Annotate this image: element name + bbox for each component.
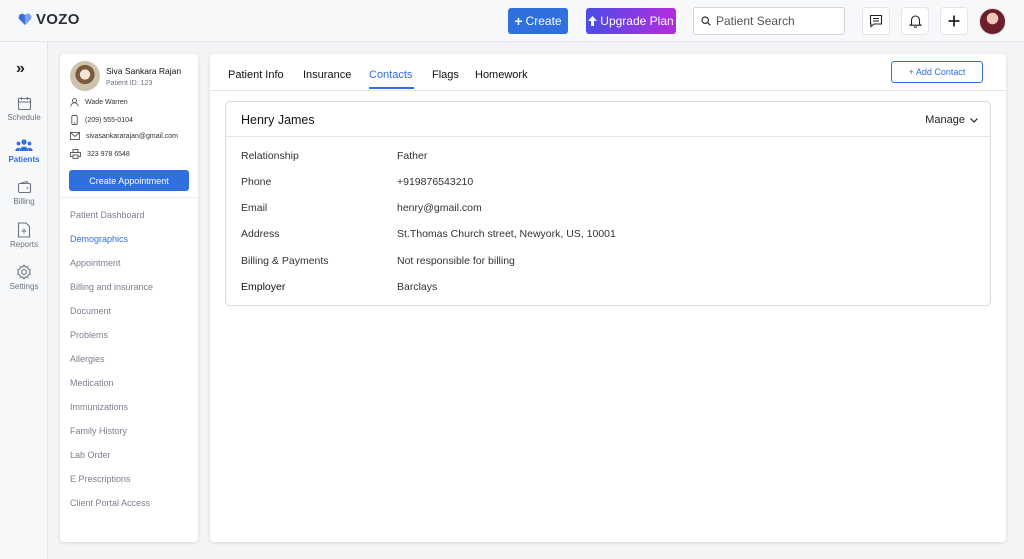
chevron-down-icon: [970, 117, 978, 123]
patient-search-input[interactable]: [716, 14, 836, 28]
left-nav: » Schedule Patients Billing Reports Sett…: [0, 42, 48, 559]
plus-icon: [948, 15, 960, 27]
vozo-logo[interactable]: VOZO: [18, 11, 80, 28]
manage-label: Manage: [925, 114, 965, 126]
wallet-icon: [17, 180, 31, 194]
field-value-phone: +919876543210: [397, 176, 474, 188]
tabs-divider: [210, 90, 1006, 91]
create-button[interactable]: + Create: [508, 8, 568, 34]
bell-icon: [908, 15, 922, 28]
menu-family-history[interactable]: Family History: [70, 426, 127, 436]
patient-id: Patient ID: 123: [106, 80, 153, 87]
nav-patients[interactable]: Patients: [0, 138, 48, 164]
patient-fax-text: 323 978 6548: [87, 150, 130, 158]
brand-name: VOZO: [36, 11, 80, 28]
menu-document[interactable]: Document: [70, 306, 111, 316]
active-tab-indicator: [369, 87, 414, 89]
nav-reports-label: Reports: [9, 240, 38, 249]
menu-problems[interactable]: Problems: [70, 330, 108, 340]
patient-fax: 323 978 6548: [70, 149, 130, 159]
field-label-billing: Billing & Payments: [241, 255, 329, 267]
arrow-up-icon: [588, 16, 598, 26]
calendar-icon: [17, 97, 31, 111]
patient-name: Siva Sankara Rajan: [106, 66, 182, 76]
menu-medication[interactable]: Medication: [70, 378, 114, 388]
tab-patient-info[interactable]: Patient Info: [228, 69, 284, 81]
tab-homework[interactable]: Homework: [475, 69, 528, 81]
patient-email-text: sivasankararajan@gmail.com: [86, 132, 178, 140]
patient-avatar: [70, 61, 100, 91]
field-label-address: Address: [241, 228, 280, 240]
field-value-relationship: Father: [397, 150, 428, 162]
field-label-employer: Employer: [241, 281, 286, 293]
field-label-email: Email: [241, 202, 268, 214]
messages-button[interactable]: [862, 7, 890, 35]
expand-chevrons-icon[interactable]: »: [16, 60, 25, 78]
printer-icon: [70, 149, 81, 159]
notifications-button[interactable]: [901, 7, 929, 35]
heart-logo-icon: [18, 13, 32, 25]
users-icon: [15, 139, 33, 151]
menu-allergies[interactable]: Allergies: [70, 354, 105, 364]
contact-name: Henry James: [241, 113, 315, 127]
field-label-phone: Phone: [241, 176, 272, 188]
add-contact-button[interactable]: + Add Contact: [891, 61, 983, 83]
nav-patients-label: Patients: [8, 155, 40, 164]
field-label-relationship: Relationship: [241, 150, 299, 162]
menu-billing-insurance[interactable]: Billing and insurance: [70, 282, 153, 292]
main-content: Patient Info Insurance Contacts Flags Ho…: [210, 54, 1006, 542]
menu-client-portal-access[interactable]: Client Portal Access: [70, 498, 150, 508]
add-button[interactable]: [940, 7, 968, 35]
contact-person-text: Wade Warren: [85, 99, 128, 106]
patient-email: sivasankararajan@gmail.com: [70, 132, 178, 140]
card-divider: [226, 136, 990, 137]
menu-lab-order[interactable]: Lab Order: [70, 450, 111, 460]
field-value-email: henry@gmail.com: [397, 202, 482, 214]
message-icon: [869, 14, 883, 28]
patient-search[interactable]: [693, 7, 845, 35]
report-icon: [17, 222, 31, 238]
nav-billing-label: Billing: [13, 197, 35, 206]
patient-panel: Siva Sankara Rajan Patient ID: 123 Wade …: [60, 54, 198, 542]
create-appointment-button[interactable]: Create Appointment: [69, 170, 189, 191]
upgrade-label: Upgrade Plan: [600, 14, 674, 28]
create-label: Create: [525, 14, 562, 28]
divider: [60, 197, 198, 198]
nav-settings[interactable]: Settings: [0, 264, 48, 291]
top-bar: VOZO + Create Upgrade Plan: [0, 0, 1024, 42]
nav-schedule-label: Schedule: [7, 113, 41, 122]
field-value-billing: Not responsible for billing: [397, 255, 515, 267]
nav-reports[interactable]: Reports: [0, 222, 48, 249]
menu-demographics[interactable]: Demographics: [70, 234, 128, 244]
tab-flags[interactable]: Flags: [432, 69, 459, 81]
menu-patient-dashboard[interactable]: Patient Dashboard: [70, 210, 145, 220]
patient-contact-person: Wade Warren: [70, 98, 128, 107]
menu-e-prescriptions[interactable]: E Prescriptions: [70, 474, 131, 484]
patient-phone: (209) 555-0104: [70, 115, 133, 125]
nav-settings-label: Settings: [9, 282, 39, 291]
patient-phone-text: (209) 555-0104: [85, 116, 133, 124]
gear-icon: [16, 264, 32, 280]
phone-icon: [71, 115, 78, 125]
contact-card: Henry James Manage Relationship Father P…: [225, 101, 991, 306]
field-value-address: St.Thomas Church street, Newyork, US, 10…: [397, 228, 616, 240]
nav-schedule[interactable]: Schedule: [0, 96, 48, 122]
menu-appointment[interactable]: Appointment: [70, 258, 121, 268]
tab-insurance[interactable]: Insurance: [303, 69, 351, 81]
person-icon: [70, 98, 79, 107]
mail-icon: [70, 132, 80, 140]
upgrade-plan-button[interactable]: Upgrade Plan: [586, 8, 676, 34]
plus-icon: +: [514, 13, 523, 29]
menu-immunizations[interactable]: Immunizations: [70, 402, 128, 412]
tab-contacts[interactable]: Contacts: [369, 69, 412, 81]
search-icon: [701, 16, 711, 26]
manage-dropdown[interactable]: Manage: [925, 114, 978, 126]
nav-billing[interactable]: Billing: [0, 180, 48, 206]
field-value-employer: Barclays: [397, 281, 438, 293]
user-avatar[interactable]: [979, 8, 1006, 35]
